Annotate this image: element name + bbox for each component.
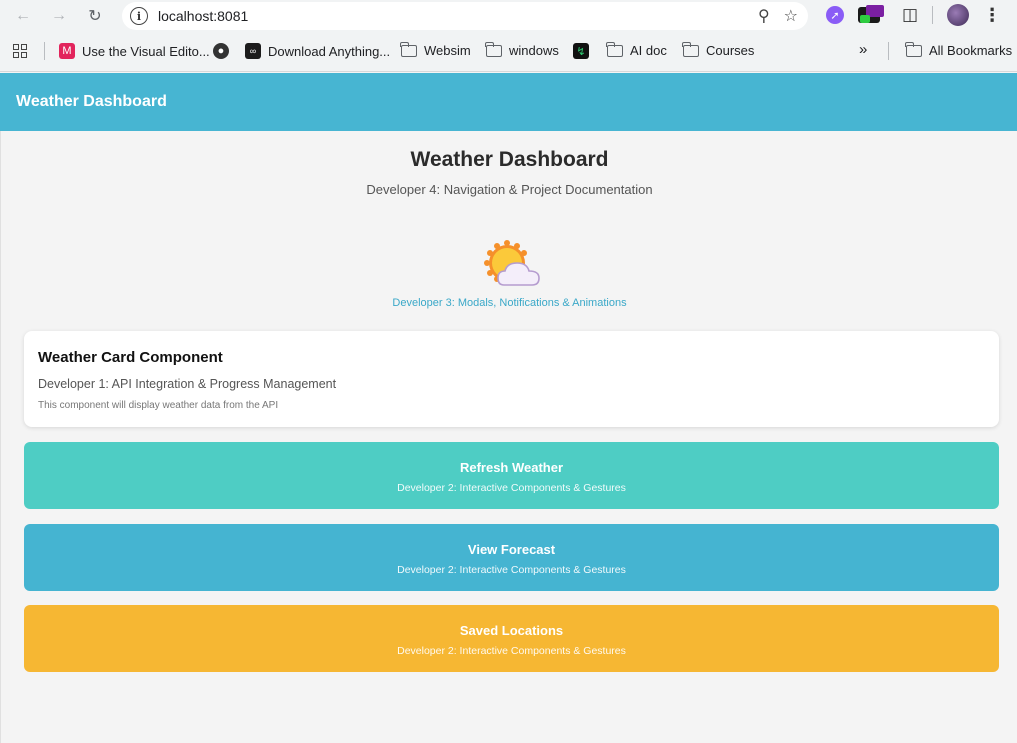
bookmark-label: Courses	[706, 43, 755, 58]
more-bookmarks-button[interactable]: »	[859, 41, 867, 58]
bookmark-label: windows	[509, 43, 559, 58]
all-bookmarks-label: All Bookmarks	[929, 43, 1013, 58]
site-info-icon[interactable]: i	[130, 7, 148, 25]
extension-compass-icon[interactable]: ➚	[826, 6, 844, 24]
view-forecast-button[interactable]: View Forecast Developer 2: Interactive C…	[24, 524, 999, 591]
bookmark-label: Websim	[424, 43, 471, 58]
address-bar[interactable]: i localhost:8081 ⚲ ☆	[122, 2, 808, 30]
globe-icon: ●	[213, 43, 229, 59]
bookmark-item[interactable]: M Use the Visual Edito...	[59, 43, 210, 59]
button-caption: Developer 2: Interactive Components & Ge…	[397, 482, 626, 494]
folder-icon	[485, 41, 502, 57]
bookmarks-divider	[888, 42, 889, 60]
header-title: Weather Dashboard	[16, 93, 167, 110]
folder-icon	[905, 41, 922, 57]
apps-grid-icon[interactable]	[13, 44, 27, 58]
bookmark-item[interactable]: ∞ Download Anything...	[245, 43, 390, 59]
toolbar-divider	[932, 6, 934, 24]
folder-icon	[606, 41, 623, 57]
bookmark-label: Download Anything...	[268, 43, 391, 59]
extension-icon[interactable]	[858, 5, 888, 25]
weather-card: Weather Card Component Developer 1: API …	[24, 331, 999, 427]
bookmark-folder[interactable]: Courses	[682, 41, 755, 58]
button-caption: Developer 2: Interactive Components & Ge…	[397, 645, 626, 657]
back-arrow-icon[interactable]: ←	[10, 3, 36, 29]
bookmark-folder[interactable]: windows	[485, 41, 559, 58]
button-caption: Developer 2: Interactive Components & Ge…	[397, 564, 626, 576]
bookmark-label: AI doc	[630, 43, 667, 58]
bookmarks-divider	[44, 42, 45, 60]
page-title: Weather Dashboard	[410, 148, 609, 171]
bookmark-label: Use the Visual Edito...	[82, 43, 210, 59]
chevron-double-right-icon: »	[859, 41, 868, 58]
bookmarks-bar: M Use the Visual Edito... ● ∞ Download A…	[0, 32, 1017, 72]
card-note: This component will display weather data…	[38, 400, 279, 411]
folder-icon	[400, 41, 417, 57]
browser-menu-icon[interactable]: ⋮	[983, 5, 1001, 26]
lightning-icon: ↯	[573, 43, 589, 59]
profile-avatar[interactable]	[947, 4, 970, 26]
card-subtitle: Developer 1: API Integration & Progress …	[38, 377, 337, 391]
button-label: View Forecast	[467, 542, 556, 557]
bookmark-globe[interactable]: ●	[213, 43, 229, 59]
browser-toolbar: ← → ↻ i localhost:8081 ⚲ ☆ ➚ ◫ ⋮	[0, 0, 1017, 32]
button-label: Saved Locations	[459, 623, 564, 638]
refresh-weather-button[interactable]: Refresh Weather Developer 2: Interactive…	[24, 442, 999, 509]
main-content: Weather Dashboard Developer 4: Navigatio…	[0, 131, 1017, 743]
bookmark-folder[interactable]: Websim	[400, 41, 471, 58]
bookmark-item[interactable]: ↯	[573, 43, 589, 59]
bookmark-star-icon[interactable]: ☆	[784, 6, 798, 26]
folder-icon	[682, 41, 699, 57]
sun-behind-cloud-icon	[484, 240, 540, 286]
page-subtitle: Developer 4: Navigation & Project Docume…	[366, 182, 653, 197]
extensions-puzzle-icon[interactable]: ◫	[902, 5, 918, 25]
download-site-icon: ∞	[245, 43, 261, 59]
reload-icon[interactable]: ↻	[82, 3, 108, 29]
saved-locations-button[interactable]: Saved Locations Developer 2: Interactive…	[24, 605, 999, 672]
card-title: Weather Card Component	[38, 349, 223, 366]
bookmark-folder[interactable]: AI doc	[606, 41, 667, 58]
visual-editor-icon: M	[59, 43, 75, 59]
forward-arrow-icon[interactable]: →	[46, 3, 72, 29]
url-text[interactable]: localhost:8081	[158, 8, 248, 24]
all-bookmarks-button[interactable]: All Bookmarks	[905, 41, 1013, 58]
zoom-icon[interactable]: ⚲	[758, 6, 770, 26]
button-label: Refresh Weather	[459, 460, 564, 475]
animation-caption: Developer 3: Modals, Notifications & Ani…	[392, 297, 627, 309]
app-header: Weather Dashboard	[0, 73, 1017, 131]
